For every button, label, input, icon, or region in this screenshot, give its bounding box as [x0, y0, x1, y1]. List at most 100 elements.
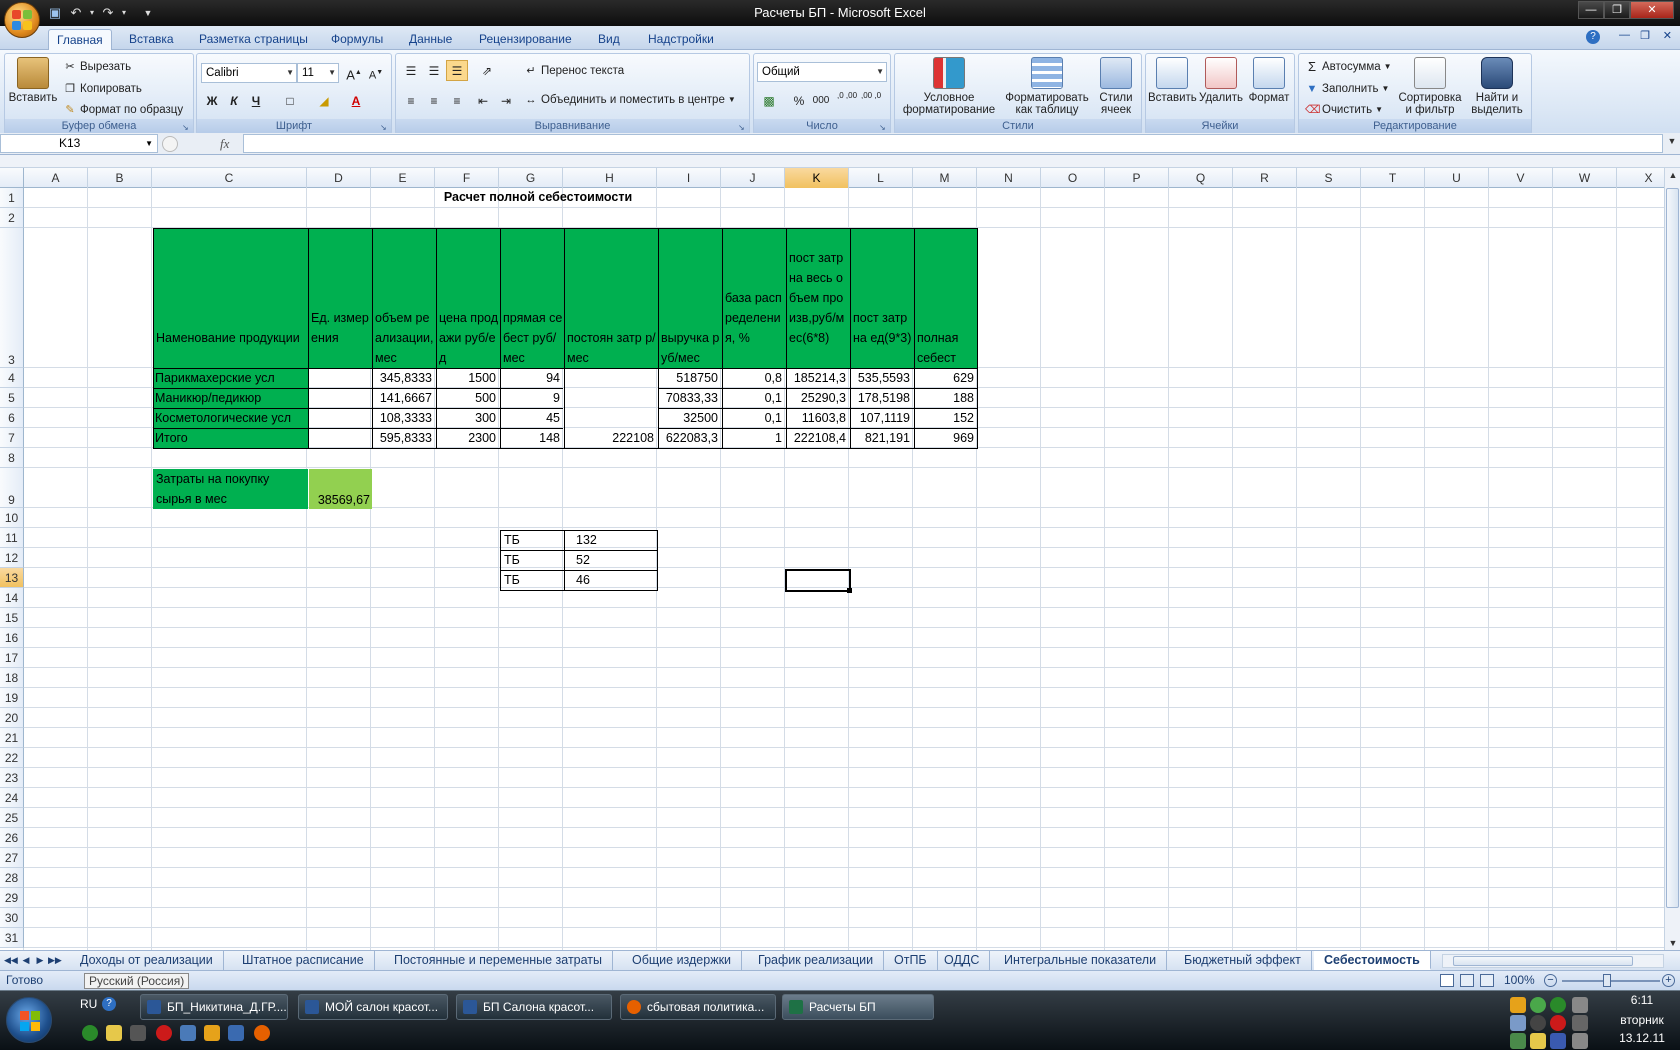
clock-time[interactable]: 6:11 — [1604, 993, 1680, 1007]
sheet-tab[interactable]: Доходы от реализации — [70, 951, 224, 970]
normal-view-icon[interactable] — [1440, 974, 1454, 987]
row-header-30[interactable]: 30 — [0, 908, 24, 928]
bold-button[interactable]: Ж — [201, 90, 223, 111]
merge-center-button[interactable]: ↔ Объединить и поместить в центре ▼ — [524, 90, 736, 110]
tray-icon[interactable] — [1510, 997, 1526, 1013]
insert-function-button[interactable]: fx — [220, 136, 229, 152]
row-header-5[interactable]: 5 — [0, 388, 24, 408]
formula-expand-handle[interactable] — [162, 136, 178, 152]
utorrent-icon[interactable] — [82, 1025, 98, 1041]
select-all-corner[interactable] — [0, 168, 24, 188]
taskbar-item[interactable]: БП_Никитина_Д.ГР.... — [140, 994, 288, 1020]
taskbar-item-active[interactable]: Расчеты БП — [782, 994, 934, 1020]
taskbar-item[interactable]: сбытовая политика... — [620, 994, 776, 1020]
row-header-26[interactable]: 26 — [0, 828, 24, 848]
office-button[interactable] — [4, 2, 40, 38]
column-header-s[interactable]: S — [1297, 168, 1361, 188]
increase-indent-icon[interactable]: ⇥ — [495, 90, 517, 111]
paste-button[interactable]: Вставить — [7, 57, 59, 104]
column-header-j[interactable]: J — [721, 168, 785, 188]
dialog-launcher-icon[interactable]: ↘ — [380, 123, 389, 132]
percent-button[interactable]: % — [788, 90, 810, 111]
conditional-formatting-button[interactable]: Условное форматирование — [897, 57, 1001, 116]
underline-button[interactable]: Ч — [245, 90, 267, 111]
next-sheet-icon[interactable]: ▶ — [34, 953, 46, 968]
folder-icon[interactable] — [106, 1025, 122, 1041]
format-painter-button[interactable]: ✎ Формат по образцу — [63, 100, 183, 120]
cell-styles-button[interactable]: Стили ячеек — [1093, 57, 1139, 116]
shrink-font-button[interactable]: A▼ — [365, 62, 387, 83]
minimize-button[interactable]: — — [1578, 1, 1604, 19]
tab-view[interactable]: Вид — [590, 29, 628, 50]
row-header-14[interactable]: 14 — [0, 588, 24, 608]
sheet-tab[interactable]: ОтПБ — [884, 951, 938, 970]
scrollbar-thumb[interactable] — [1666, 188, 1679, 908]
column-header-d[interactable]: D — [307, 168, 371, 188]
row-header-1[interactable]: 1 — [0, 188, 24, 208]
first-sheet-icon[interactable]: ◀◀ — [4, 953, 18, 968]
sheet-tab[interactable]: ОДДС — [934, 951, 991, 970]
decrease-indent-icon[interactable]: ⇤ — [472, 90, 494, 111]
tab-insert[interactable]: Вставка — [121, 29, 182, 50]
sheet-tab-active[interactable]: Себестоимость — [1314, 951, 1431, 970]
zoom-slider-thumb[interactable] — [1603, 974, 1611, 987]
help-icon[interactable]: ? — [1586, 30, 1600, 44]
tab-home[interactable]: Главная — [48, 29, 112, 50]
column-header-b[interactable]: B — [88, 168, 152, 188]
row-header-21[interactable]: 21 — [0, 728, 24, 748]
tab-review[interactable]: Рецензирование — [471, 29, 580, 50]
find-select-button[interactable]: Найти и выделить — [1465, 57, 1529, 116]
currency-icon[interactable]: ▩ — [758, 90, 780, 111]
column-header-t[interactable]: T — [1361, 168, 1425, 188]
row-header-9[interactable]: 9 — [0, 468, 24, 508]
row-header-24[interactable]: 24 — [0, 788, 24, 808]
taskbar-item[interactable]: БП Салона красот... — [456, 994, 612, 1020]
column-header-w[interactable]: W — [1553, 168, 1617, 188]
ribbon-close-icon[interactable]: ✕ — [1663, 29, 1672, 42]
close-button[interactable]: ✕ — [1630, 1, 1674, 19]
insert-cells-button[interactable]: Вставить — [1148, 57, 1197, 104]
desktop-icon[interactable] — [228, 1025, 244, 1041]
row-header-16[interactable]: 16 — [0, 628, 24, 648]
sort-filter-button[interactable]: Сортировка и фильтр — [1395, 57, 1465, 116]
row-header-11[interactable]: 11 — [0, 528, 24, 548]
row-header-15[interactable]: 15 — [0, 608, 24, 628]
taskbar-item[interactable]: МОЙ салон красот... — [298, 994, 448, 1020]
column-header-l[interactable]: L — [849, 168, 913, 188]
italic-button[interactable]: К — [223, 90, 245, 111]
vertical-scrollbar[interactable]: ▲ ▼ — [1664, 168, 1680, 950]
row-header-25[interactable]: 25 — [0, 808, 24, 828]
undo-icon[interactable]: ↶ — [67, 4, 85, 22]
page-layout-view-icon[interactable] — [1460, 974, 1474, 987]
increase-decimal-button[interactable]: ,0 ,00 — [836, 90, 858, 111]
row-header-27[interactable]: 27 — [0, 848, 24, 868]
network-icon[interactable] — [1572, 1015, 1588, 1031]
help-icon[interactable]: ? — [102, 997, 116, 1011]
app-icon[interactable] — [180, 1025, 196, 1041]
align-left-icon[interactable]: ≡ — [400, 90, 422, 111]
column-header-n[interactable]: N — [977, 168, 1041, 188]
scroll-down-icon[interactable]: ▼ — [1665, 938, 1680, 948]
row-header-23[interactable]: 23 — [0, 768, 24, 788]
tray-icon[interactable] — [1530, 1015, 1546, 1031]
column-header-g[interactable]: G — [499, 168, 563, 188]
row-header-31[interactable]: 31 — [0, 928, 24, 948]
column-header-f[interactable]: F — [435, 168, 499, 188]
sheet-tab[interactable]: Бюджетный эффект — [1174, 951, 1312, 970]
prev-sheet-icon[interactable]: ◀ — [20, 953, 32, 968]
start-button[interactable] — [6, 997, 52, 1043]
row-header-12[interactable]: 12 — [0, 548, 24, 568]
zoom-slider[interactable] — [1562, 980, 1660, 982]
app-icon[interactable] — [130, 1025, 146, 1041]
dialog-launcher-icon[interactable]: ↘ — [879, 123, 888, 132]
tray-icon[interactable] — [1550, 997, 1566, 1013]
restore-button[interactable]: ❐ — [1604, 1, 1630, 19]
row-header-22[interactable]: 22 — [0, 748, 24, 768]
ribbon-restore-icon[interactable]: ❐ — [1640, 29, 1650, 42]
row-header-7[interactable]: 7 — [0, 428, 24, 448]
ribbon-minimize-icon[interactable]: — — [1619, 29, 1630, 41]
column-header-m[interactable]: M — [913, 168, 977, 188]
row-header-4[interactable]: 4 — [0, 368, 24, 388]
horizontal-scrollbar[interactable] — [1442, 954, 1664, 968]
column-header-q[interactable]: Q — [1169, 168, 1233, 188]
